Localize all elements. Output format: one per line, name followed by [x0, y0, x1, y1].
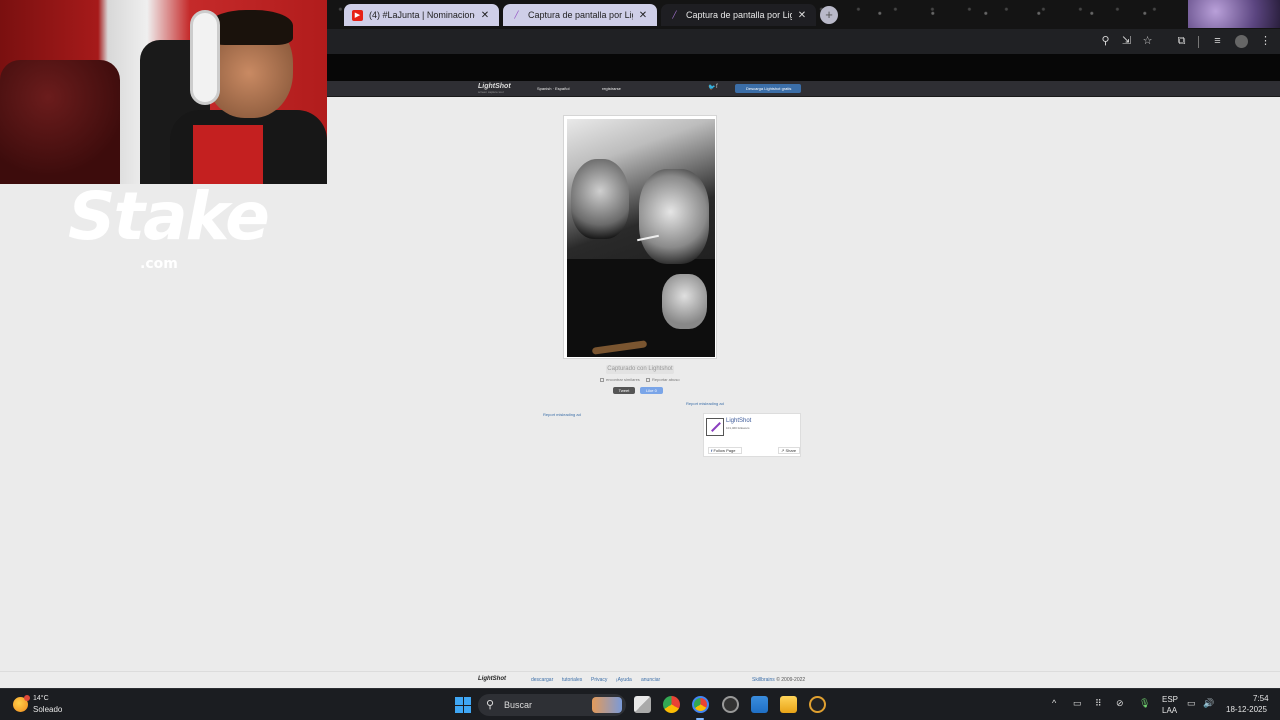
- fb-followers: 101,460 followers: [726, 426, 750, 430]
- like-button[interactable]: Like 0: [640, 387, 663, 394]
- capture-caption: Capturado con Lightshot: [606, 365, 674, 374]
- taskbar-search[interactable]: ⚲ Buscar: [478, 694, 626, 716]
- report-misleading-ad-link[interactable]: Report misleading ad: [543, 412, 581, 417]
- close-icon[interactable]: ✕: [637, 10, 649, 21]
- menu-icon[interactable]: ⋮: [1259, 35, 1272, 48]
- meet-now-icon[interactable]: ▭: [1073, 698, 1082, 709]
- close-icon[interactable]: ✕: [796, 10, 808, 21]
- twitter-icon[interactable]: 🐦: [708, 84, 715, 91]
- similar-link[interactable]: encontrar similares: [600, 377, 640, 382]
- share-button[interactable]: ↗ Share: [778, 447, 800, 454]
- footer-link-help[interactable]: ¡Ayuda: [616, 677, 632, 683]
- footer-link-advertise[interactable]: anunciar: [641, 677, 660, 683]
- checkbox-icon: [600, 377, 604, 382]
- chrome-icon[interactable]: [663, 696, 680, 713]
- clock-date[interactable]: 18-12-2025: [1226, 705, 1267, 714]
- microphone-icon[interactable]: 🎙: [1139, 698, 1150, 709]
- photo-hand-gesture: [662, 274, 707, 329]
- windows-taskbar: 14°C Soleado ⚲ Buscar ^ ▭ ⠿ ⊘ 🎙 ESP LAA …: [0, 688, 1280, 720]
- new-tab-button[interactable]: +: [820, 6, 838, 24]
- tab-youtube[interactable]: ▶ (4) #LaJunta | Nominaciones Pr ✕: [344, 4, 499, 26]
- stake-logo: Stake: [68, 178, 270, 255]
- footer-logo[interactable]: LightShot: [478, 676, 506, 682]
- copyright: Skillbrains © 2009-2022: [752, 677, 806, 683]
- clock-time[interactable]: 7:54: [1253, 694, 1269, 703]
- download-button[interactable]: Descarga Lightshot gratis: [735, 84, 801, 93]
- close-icon[interactable]: ✕: [479, 10, 491, 21]
- extensions-icon[interactable]: ⧉: [1175, 35, 1188, 48]
- file-explorer-icon[interactable]: [780, 696, 797, 713]
- notification-badge: [24, 695, 30, 701]
- headset-icon: [190, 10, 220, 105]
- zoom-icon[interactable]: ⚲: [1099, 35, 1112, 48]
- network-off-icon[interactable]: ⊘: [1116, 698, 1124, 709]
- follow-page-button[interactable]: f Follow Page: [708, 447, 742, 454]
- media-player-icon[interactable]: [809, 696, 826, 713]
- screenshot-image[interactable]: [567, 119, 715, 357]
- notepad-icon[interactable]: [751, 696, 768, 713]
- copyright-link[interactable]: Skillbrains: [752, 677, 775, 683]
- webcam-overlay: [0, 0, 327, 184]
- search-placeholder: Buscar: [504, 700, 533, 710]
- facebook-icon[interactable]: f: [716, 84, 718, 90]
- display-icon[interactable]: ▭: [1187, 698, 1196, 709]
- tab-lightshot-1[interactable]: ╱ Captura de pantalla por Lightsh ✕: [503, 4, 657, 26]
- webcam-hair: [208, 10, 293, 45]
- site-logo[interactable]: LightShot screen capture tool: [478, 83, 511, 94]
- register-link[interactable]: registrarse: [602, 86, 621, 91]
- reading-list-icon[interactable]: ≡: [1211, 35, 1224, 48]
- toolbar-divider: [1198, 36, 1199, 48]
- tab-lightshot-active[interactable]: ╱ Captura de pantalla por Lights ✕: [661, 4, 816, 26]
- tweet-button[interactable]: Tweet: [613, 387, 635, 394]
- facebook-page-widget: LightShot 101,460 followers f Follow Pag…: [703, 413, 801, 457]
- photo-person-left: [571, 159, 629, 239]
- task-view-icon[interactable]: [634, 696, 651, 713]
- apps-grid-icon[interactable]: ⠿: [1095, 698, 1102, 709]
- page-avatar[interactable]: [706, 418, 724, 436]
- footer-link-privacy[interactable]: Privacy: [591, 677, 607, 683]
- profile-icon[interactable]: [1235, 35, 1248, 48]
- language-selector[interactable]: Spanish · Español: [537, 86, 569, 91]
- tab-label: Captura de pantalla por Lights: [686, 10, 792, 20]
- photo-person-right: [639, 169, 709, 264]
- webcam-shirt: [193, 125, 263, 184]
- site-logo-text: LightShot: [478, 83, 511, 90]
- theme-decoration: [1188, 0, 1280, 28]
- star-icon[interactable]: ☆: [1141, 35, 1154, 48]
- report-abuse-link[interactable]: Reportar abuso: [646, 377, 680, 382]
- site-logo-subtitle: screen capture tool: [478, 90, 504, 94]
- screenshot-card: [563, 115, 717, 359]
- youtube-favicon-icon: ▶: [352, 9, 363, 21]
- screen: ✕ ▶ (4) #LaJunta | Nominaciones Pr ✕ ╱ C…: [0, 0, 1280, 720]
- install-icon[interactable]: ⇲: [1120, 35, 1133, 48]
- fb-page-name[interactable]: LightShot: [726, 418, 751, 424]
- weather-condition[interactable]: Soleado: [33, 705, 62, 714]
- chrome-profile-icon[interactable]: [692, 696, 709, 713]
- weather-temperature[interactable]: 14°C: [33, 695, 49, 702]
- chevron-up-icon[interactable]: ^: [1052, 698, 1056, 708]
- webcam-couch: [0, 60, 120, 184]
- lightshot-favicon-icon: ╱: [514, 12, 519, 19]
- windows-start-icon[interactable]: [455, 697, 471, 713]
- stake-logo-suffix: .com: [140, 256, 178, 272]
- report-misleading-ad-link[interactable]: Report misleading ad: [686, 401, 724, 406]
- volume-icon[interactable]: 🔊: [1203, 698, 1214, 709]
- search-icon: ⚲: [486, 699, 495, 711]
- tab-label: (4) #LaJunta | Nominaciones Pr: [369, 10, 475, 20]
- keyboard-layout[interactable]: LAA: [1162, 706, 1177, 715]
- input-language[interactable]: ESP: [1162, 695, 1178, 704]
- lightshot-favicon-icon: ╱: [672, 12, 677, 19]
- obs-icon[interactable]: [722, 696, 739, 713]
- footer-link-tutorials[interactable]: tutoriales: [562, 677, 582, 683]
- tab-label: Captura de pantalla por Lightsh: [528, 10, 633, 20]
- flag-icon: [646, 377, 650, 382]
- site-footer: LightShot descargar tutoriales Privacy ¡…: [0, 671, 1280, 688]
- search-highlight-image: [592, 697, 622, 713]
- footer-link-download[interactable]: descargar: [531, 677, 553, 683]
